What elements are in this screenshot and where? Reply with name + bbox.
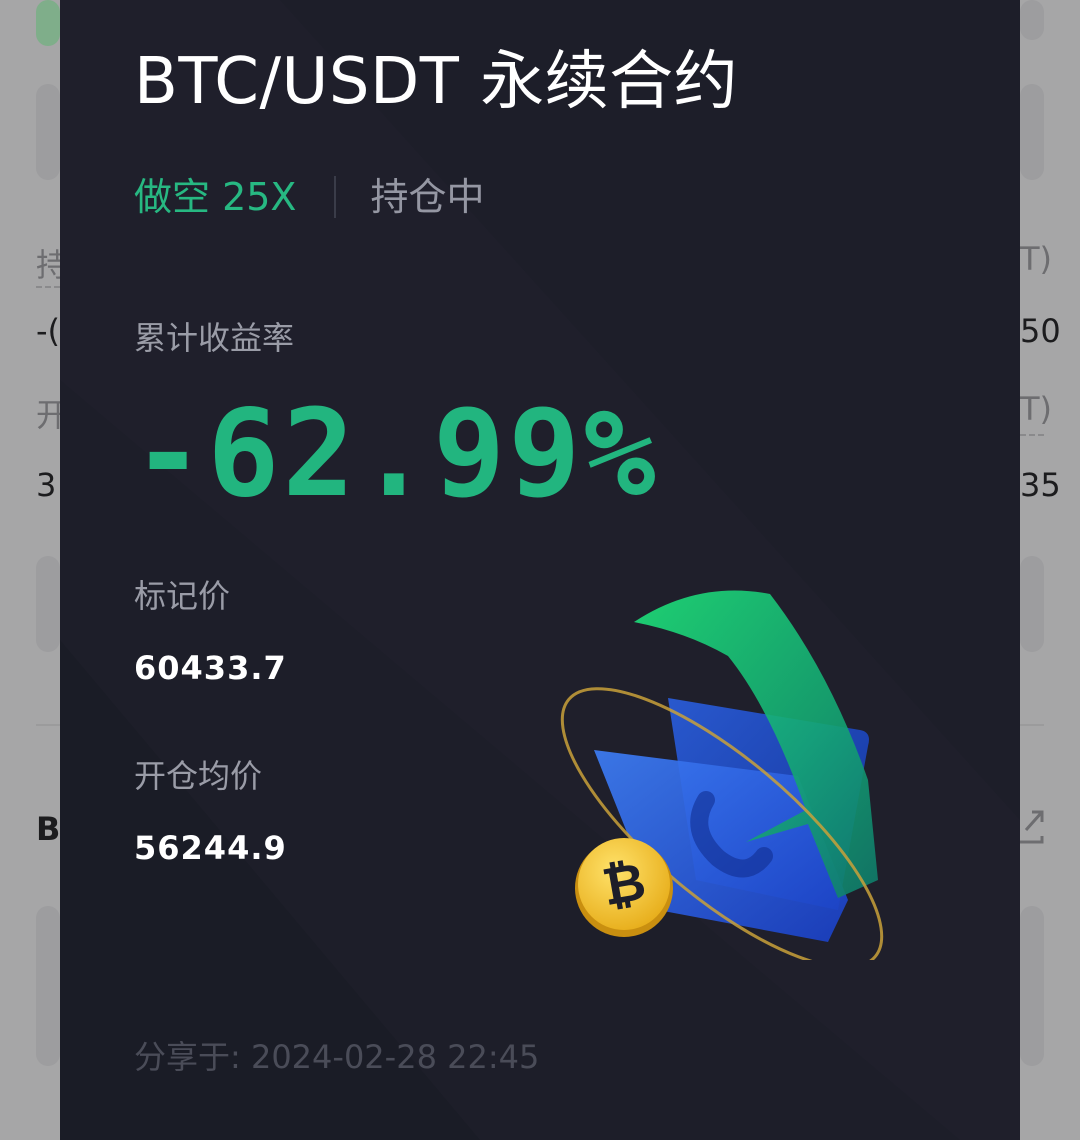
tag-divider — [334, 176, 337, 218]
contract-title: BTC/USDT 永续合约 — [134, 45, 739, 119]
entry-price-value: 56244.9 — [134, 829, 287, 867]
background-text: 3 — [36, 466, 57, 504]
shared-timestamp: 分享于: 2024-02-28 22:45 — [134, 1038, 540, 1076]
position-status: 持仓中 — [370, 175, 485, 219]
share-card: BTC/USDT 永续合约 做空 25X 持仓中 累计收益率 -62.99% 标… — [60, 0, 1020, 1140]
background-button — [1020, 556, 1044, 652]
background-divider — [1020, 724, 1044, 726]
background-panel — [1020, 0, 1044, 40]
background-button — [36, 556, 60, 652]
loss-illustration: ₿ — [560, 590, 884, 960]
background-section-title: B — [36, 810, 61, 848]
background-dash — [36, 286, 60, 288]
mark-price-label: 标记价 — [134, 577, 231, 615]
pnl-label: 累计收益率 — [134, 319, 295, 357]
background-text: -( — [36, 312, 61, 350]
position-tags: 做空 25X 持仓中 — [134, 172, 484, 222]
background-text: T) — [1020, 240, 1053, 278]
entry-price-label: 开仓均价 — [134, 757, 263, 795]
mark-price-value: 60433.7 — [134, 649, 287, 687]
background-panel — [1020, 84, 1044, 180]
background-panel — [36, 906, 60, 1066]
background-badge — [36, 0, 60, 46]
card-background-pattern — [60, 0, 1020, 1140]
background-dash — [1020, 434, 1044, 436]
position-side-leverage: 做空 25X — [134, 175, 297, 219]
background-divider — [36, 724, 60, 726]
background-panel — [1020, 906, 1044, 1066]
background-text: 50 — [1020, 312, 1061, 350]
background-text: T) — [1020, 390, 1053, 428]
pnl-value: -62.99% — [132, 385, 659, 524]
background-panel — [36, 84, 60, 180]
background-text: 35 — [1020, 466, 1061, 504]
